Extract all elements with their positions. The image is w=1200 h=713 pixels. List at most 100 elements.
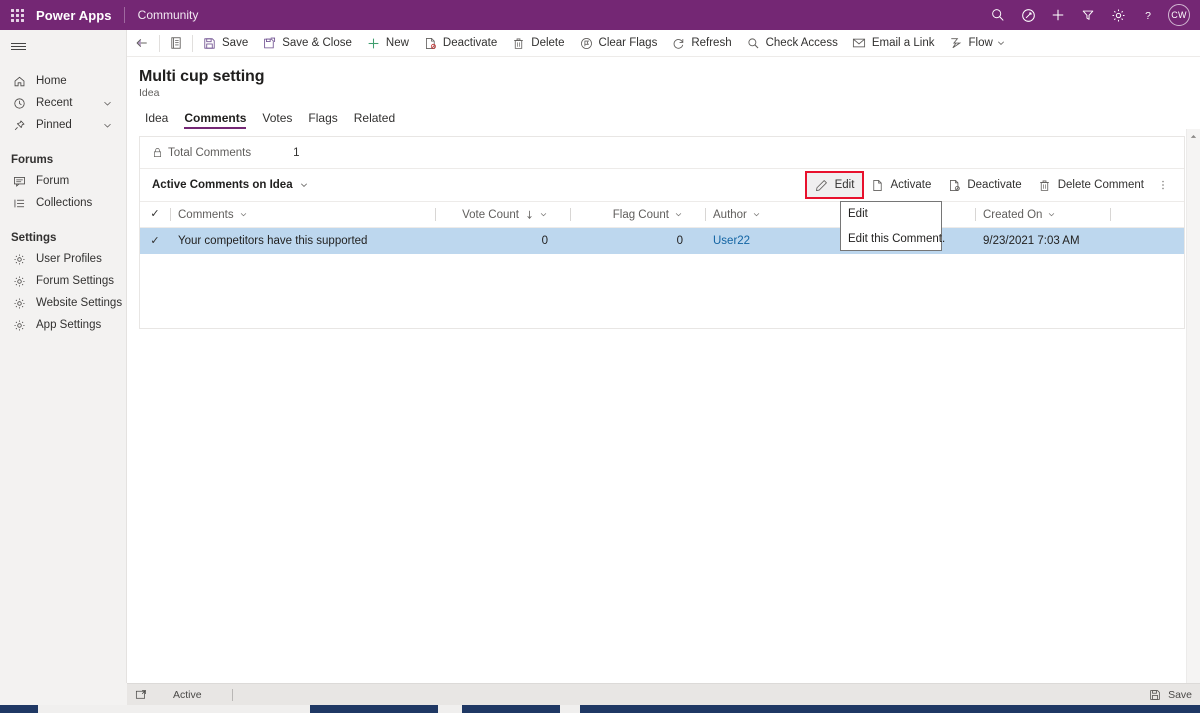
waffle-menu-button[interactable] bbox=[0, 0, 34, 30]
status-save-button[interactable]: Save bbox=[1147, 687, 1192, 703]
author-link[interactable]: User22 bbox=[713, 235, 750, 247]
check-access-button[interactable]: Check Access bbox=[739, 30, 845, 57]
form-selector-icon[interactable] bbox=[162, 30, 190, 57]
chevron-down-icon[interactable] bbox=[1047, 210, 1056, 219]
more-commands-icon[interactable] bbox=[1152, 173, 1174, 197]
chevron-down-icon[interactable] bbox=[239, 210, 248, 219]
flow-button[interactable]: Flow bbox=[941, 30, 1012, 57]
top-app-bar: Power Apps Community ? CW bbox=[0, 0, 1200, 30]
activate-button[interactable]: Activate bbox=[862, 173, 939, 197]
sidebar: Home Recent Pinned Forums Forum Collecti… bbox=[0, 30, 127, 713]
new-button-label: New bbox=[385, 37, 409, 49]
statusbar-left-corner bbox=[0, 683, 127, 705]
sidebar-item-website-settings[interactable]: Website Settings bbox=[0, 292, 126, 314]
sidebar-item-forum[interactable]: Forum bbox=[0, 170, 126, 192]
cell-comment: Your competitors have this supported bbox=[178, 235, 368, 247]
subgrid-command-bar: Edit Activate Deactivate Delete Comment bbox=[804, 171, 1174, 199]
chevron-down-icon[interactable] bbox=[674, 210, 683, 219]
clear-flags-button[interactable]: Clear Flags bbox=[572, 30, 665, 57]
chevron-down-icon[interactable] bbox=[102, 120, 113, 131]
chevron-down-icon[interactable] bbox=[102, 98, 113, 109]
trash-icon bbox=[1038, 178, 1052, 192]
chevron-down-icon[interactable] bbox=[539, 210, 548, 219]
sidebar-item-forum-settings[interactable]: Forum Settings bbox=[0, 270, 126, 292]
app-name[interactable]: Community bbox=[125, 8, 199, 22]
pin-icon bbox=[11, 117, 27, 133]
scroll-up-button[interactable] bbox=[1187, 129, 1200, 143]
gear-icon bbox=[11, 317, 27, 333]
delete-button[interactable]: Delete bbox=[504, 30, 571, 57]
filter-icon[interactable] bbox=[1073, 0, 1103, 30]
vertical-scrollbar[interactable] bbox=[1186, 129, 1200, 683]
sidebar-item-collections[interactable]: Collections bbox=[0, 192, 126, 214]
column-header-flag-count[interactable]: Flag Count bbox=[570, 202, 705, 227]
gear-icon bbox=[11, 273, 27, 289]
refresh-button[interactable]: Refresh bbox=[664, 30, 738, 57]
sidebar-item-app-settings[interactable]: App Settings bbox=[0, 314, 126, 336]
avatar[interactable]: CW bbox=[1168, 4, 1190, 26]
column-header-comments[interactable]: Comments bbox=[170, 202, 435, 227]
column-header-author[interactable]: Author bbox=[705, 202, 840, 227]
row-select-checkbox[interactable]: ✓ bbox=[140, 228, 170, 254]
search-icon[interactable] bbox=[983, 0, 1013, 30]
back-arrow-icon[interactable] bbox=[127, 30, 157, 57]
view-selector[interactable]: Active Comments on Idea bbox=[152, 179, 309, 191]
chevron-down-icon[interactable] bbox=[996, 38, 1006, 48]
sidebar-item-recent[interactable]: Recent bbox=[0, 92, 126, 114]
check-access-icon bbox=[746, 36, 761, 51]
column-header-label: Author bbox=[713, 208, 747, 221]
tab-related[interactable]: Related bbox=[346, 111, 403, 129]
gear-icon[interactable] bbox=[1103, 0, 1133, 30]
page-header: Multi cup setting Idea bbox=[127, 57, 1200, 99]
column-header-vote-count[interactable]: Vote Count bbox=[435, 202, 570, 227]
assistant-icon[interactable] bbox=[1013, 0, 1043, 30]
deactivate-button-label: Deactivate bbox=[967, 179, 1022, 191]
column-header-created-on[interactable]: Created On bbox=[975, 202, 1110, 227]
tab-flags[interactable]: Flags bbox=[300, 111, 345, 129]
chevron-down-icon[interactable] bbox=[299, 180, 309, 190]
sidebar-item-home[interactable]: Home bbox=[0, 70, 126, 92]
popout-icon[interactable] bbox=[133, 687, 149, 703]
sidebar-item-user-profiles[interactable]: User Profiles bbox=[0, 248, 126, 270]
chevron-down-icon[interactable] bbox=[752, 210, 761, 219]
scrollbar-segment bbox=[310, 705, 438, 713]
deactivate-button-label: Deactivate bbox=[442, 37, 498, 49]
select-all-checkbox[interactable]: ✓ bbox=[140, 202, 170, 227]
tab-comments[interactable]: Comments bbox=[176, 111, 254, 129]
gear-icon bbox=[11, 251, 27, 267]
command-bar: Save Save & Close New Deactivate Delete … bbox=[127, 30, 1200, 57]
column-header-label: Flag Count bbox=[612, 208, 669, 221]
sidebar-group-settings: Settings bbox=[11, 232, 57, 244]
email-icon bbox=[852, 36, 867, 51]
tab-idea[interactable]: Idea bbox=[139, 111, 176, 129]
sidebar-item-pinned[interactable]: Pinned bbox=[0, 114, 126, 136]
save-and-close-button[interactable]: Save & Close bbox=[255, 30, 359, 57]
deactivate-button[interactable]: Deactivate bbox=[939, 173, 1029, 197]
home-icon bbox=[11, 73, 27, 89]
cell-created-on: 9/23/2021 7:03 AM bbox=[983, 235, 1080, 247]
brand-name[interactable]: Power Apps bbox=[34, 8, 124, 23]
view-selector-label: Active Comments on Idea bbox=[152, 179, 293, 191]
refresh-button-label: Refresh bbox=[691, 37, 732, 49]
column-header-label: Comments bbox=[178, 208, 234, 221]
deactivate-button[interactable]: Deactivate bbox=[416, 30, 504, 57]
status-bar: Active Save bbox=[127, 683, 1200, 705]
status-save-label: Save bbox=[1168, 688, 1192, 701]
column-header-label: Created On bbox=[983, 208, 1043, 221]
plus-icon[interactable] bbox=[1043, 0, 1073, 30]
horizontal-scrollbar[interactable] bbox=[0, 705, 1200, 713]
help-icon[interactable]: ? bbox=[1133, 0, 1163, 30]
new-button[interactable]: New bbox=[359, 30, 416, 57]
edit-button[interactable]: Edit bbox=[804, 171, 865, 199]
email-a-link-button[interactable]: Email a Link bbox=[845, 30, 942, 57]
status-left: Active bbox=[133, 687, 233, 703]
deactivate-icon bbox=[423, 36, 438, 51]
column-header-label: Vote Count bbox=[462, 208, 519, 221]
table-row[interactable]: ✓ Your competitors have this supported 0… bbox=[140, 228, 1184, 254]
refresh-icon bbox=[671, 36, 686, 51]
tab-votes[interactable]: Votes bbox=[254, 111, 300, 129]
sidebar-collapse-button[interactable] bbox=[0, 30, 126, 62]
save-button[interactable]: Save bbox=[195, 30, 255, 57]
tooltip-title: Edit bbox=[848, 208, 868, 220]
delete-comment-button[interactable]: Delete Comment bbox=[1030, 173, 1152, 197]
